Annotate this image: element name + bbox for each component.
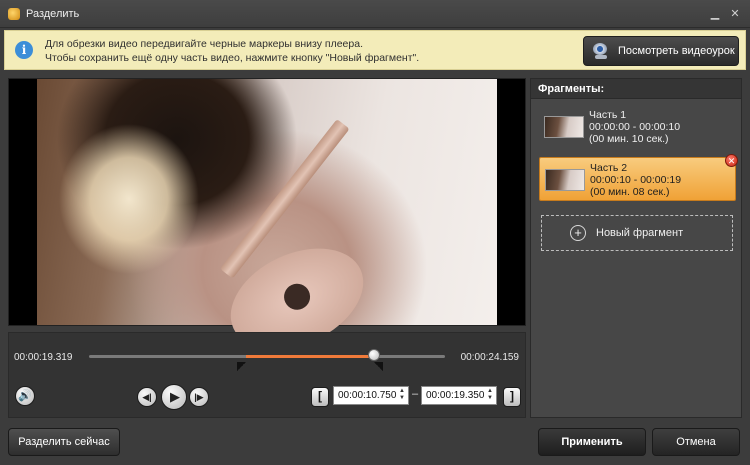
fragment-thumbnail [545, 169, 585, 191]
previous-frame-button[interactable]: ◀| [137, 387, 157, 407]
spin-down-icon[interactable]: ▼ [487, 395, 493, 401]
watch-tutorial-button[interactable]: Посмотреть видеоурок [583, 36, 739, 66]
banner-text-line-2: Чтобы сохранить ещё одну часть видео, на… [45, 52, 420, 64]
info-icon: i [15, 41, 33, 59]
timeline-track[interactable] [89, 349, 445, 371]
spin-up-icon[interactable]: ▲ [399, 388, 405, 394]
play-button[interactable]: ▶ [161, 384, 187, 410]
split-now-button[interactable]: Разделить сейчас [8, 428, 120, 456]
fragments-panel: Фрагменты: Часть 1 00:00:00 - 00:00:10 (… [530, 78, 742, 418]
minimize-icon[interactable]: ▁ [708, 7, 722, 21]
watch-tutorial-label: Посмотреть видеоурок [618, 45, 735, 57]
mark-out-time-field[interactable]: 00:00:19.350 ▲ ▼ [421, 386, 497, 405]
app-icon [8, 7, 20, 20]
plus-icon: + [570, 225, 586, 241]
video-preview[interactable] [8, 78, 526, 370]
fragment-name: Часть 1 [589, 109, 627, 121]
fragment-range: 00:00:00 - 00:00:10 [589, 121, 681, 133]
timeline-end-time: 00:00:24.159 [460, 352, 519, 363]
time-range-dash: – [412, 388, 419, 400]
new-fragment-label: Новый фрагмент [596, 227, 684, 239]
fragment-item-selected[interactable]: Часть 2 00:00:10 - 00:00:19 (00 мин. 08 … [539, 154, 738, 201]
webcam-icon [592, 43, 610, 59]
timeline-selection [245, 355, 374, 358]
timeline-panel: 00:00:19.319 00:00:24.159 🔊 ◀| ▶ |▶ [ 00… [8, 332, 526, 418]
close-icon[interactable]: ✕ [728, 7, 742, 21]
fragment-item[interactable]: Часть 1 00:00:00 - 00:00:10 (00 мин. 10 … [539, 105, 736, 149]
mark-in-spinner[interactable]: ▲ ▼ [397, 388, 407, 403]
video-frame-image [37, 79, 497, 370]
mark-in-marker[interactable] [236, 362, 246, 371]
spin-down-icon[interactable]: ▼ [399, 395, 405, 401]
title-bar: Разделить ▁ ✕ [0, 0, 750, 28]
apply-button[interactable]: Применить [538, 428, 646, 456]
window-title: Разделить [26, 7, 80, 20]
timeline-start-time: 00:00:19.319 [14, 352, 73, 363]
next-frame-button[interactable]: |▶ [189, 387, 209, 407]
delete-fragment-icon[interactable]: ✕ [725, 154, 738, 167]
ukulele-sound-hole [279, 279, 315, 315]
fragment-duration: (00 мин. 08 сек.) [590, 186, 670, 198]
info-banner: i Для обрезки видео передвигайте черные … [4, 30, 746, 70]
cancel-button[interactable]: Отмена [652, 428, 740, 456]
playhead-handle[interactable] [367, 349, 380, 361]
fragment-duration: (00 мин. 10 сек.) [589, 133, 669, 145]
fragment-name: Часть 2 [590, 162, 628, 174]
mark-out-time-value: 00:00:19.350 [426, 390, 485, 401]
mark-out-marker[interactable] [373, 362, 383, 371]
mark-in-time-value: 00:00:10.750 [338, 390, 397, 401]
set-mark-in-button[interactable]: [ [311, 387, 329, 407]
banner-text-line-1: Для обрезки видео передвигайте черные ма… [45, 38, 363, 50]
spin-up-icon[interactable]: ▲ [487, 388, 493, 394]
new-fragment-button[interactable]: + Новый фрагмент [541, 215, 733, 251]
fragments-header: Фрагменты: [531, 79, 741, 99]
set-mark-out-button[interactable]: ] [503, 387, 521, 407]
mark-out-spinner[interactable]: ▲ ▼ [485, 388, 495, 403]
mark-in-time-field[interactable]: 00:00:10.750 ▲ ▼ [333, 386, 409, 405]
volume-icon[interactable]: 🔊 [15, 386, 35, 406]
fragment-thumbnail [544, 116, 584, 138]
fragment-range: 00:00:10 - 00:00:19 [590, 174, 682, 186]
